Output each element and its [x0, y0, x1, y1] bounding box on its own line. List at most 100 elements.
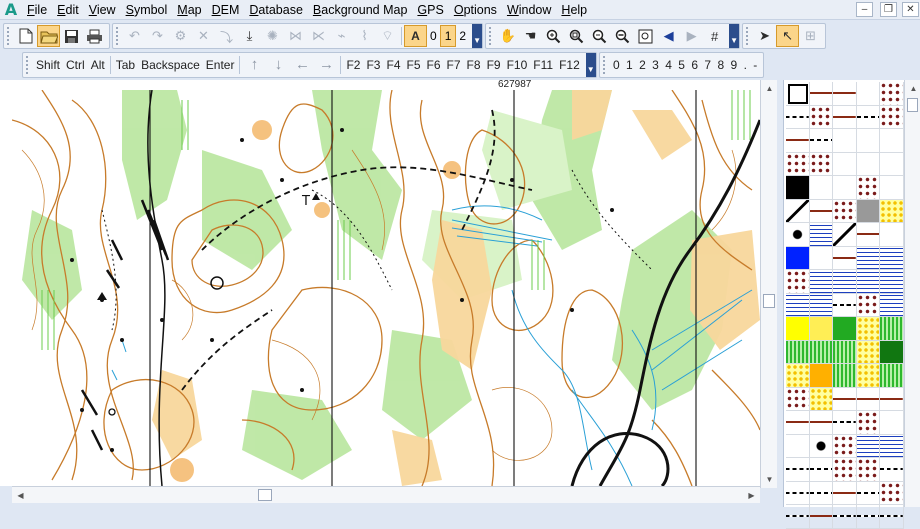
symbol-triangle-black-icon[interactable]: [833, 223, 857, 247]
menu-symbol[interactable]: Symbol: [121, 0, 173, 20]
undo-icon[interactable]: ↶: [123, 25, 146, 47]
mode-2-button[interactable]: 2: [456, 25, 469, 47]
palette-scroll-thumb[interactable]: [907, 98, 918, 112]
arrow-icon[interactable]: ➤: [753, 25, 776, 47]
symbol-yellow-green-icon[interactable]: [856, 340, 880, 364]
function-key-f5[interactable]: F5: [404, 54, 424, 76]
edit-point-icon[interactable]: ⊞: [799, 25, 822, 47]
tool-g-icon[interactable]: ⋉: [307, 25, 330, 47]
symbol-stripes-blue-icon[interactable]: [809, 270, 833, 294]
symbol-dash-row3-icon[interactable]: [880, 458, 904, 482]
symbol-green-stripes-icon[interactable]: [786, 340, 810, 364]
palette-scrollbar[interactable]: ▲: [904, 80, 920, 507]
symbol-green-dots2-icon[interactable]: [833, 364, 857, 388]
numeric-key[interactable]: 6: [688, 54, 701, 76]
symbol-dash-row4-icon[interactable]: [786, 481, 810, 505]
tool-h-icon[interactable]: ⌁: [330, 25, 353, 47]
symbol-line-orange-icon[interactable]: [833, 387, 857, 411]
symbol-dot-small-icon[interactable]: [880, 82, 904, 106]
zoom-out-alt-icon[interactable]: [611, 25, 634, 47]
menu-file[interactable]: File: [22, 0, 52, 20]
numeric-key[interactable]: 5: [675, 54, 688, 76]
arrow-up-key[interactable]: ↑: [242, 54, 266, 76]
symbol-gray-icon[interactable]: [856, 199, 880, 223]
symbol-line-black-icon[interactable]: [809, 199, 833, 223]
symbol-dots-row2-icon[interactable]: [833, 458, 857, 482]
scroll-left-icon[interactable]: ◀: [12, 487, 29, 504]
close-button[interactable]: ✕: [902, 2, 919, 17]
symbol-dash-fine-icon[interactable]: [856, 105, 880, 129]
symbol-line-thick-icon[interactable]: [856, 223, 880, 247]
symbol-blue-stripes3-icon[interactable]: [880, 293, 904, 317]
open-folder-icon[interactable]: [37, 25, 60, 47]
symbol-blue-dash-icon[interactable]: [809, 223, 833, 247]
symbol-stripes-dark-icon[interactable]: [856, 434, 880, 458]
menu-view[interactable]: View: [84, 0, 121, 20]
scroll-down-icon[interactable]: ▼: [761, 471, 778, 488]
new-file-icon[interactable]: [14, 25, 37, 47]
arrow-down-key[interactable]: ↓: [266, 54, 290, 76]
tool-f-icon[interactable]: ⋈: [284, 25, 307, 47]
restore-button[interactable]: ❐: [880, 2, 897, 17]
symbol-green-v-icon[interactable]: [833, 340, 857, 364]
shift-key[interactable]: Shift: [33, 54, 63, 76]
symbol-dash-thin4-icon[interactable]: [880, 505, 904, 529]
toolbar-grip[interactable]: [489, 27, 493, 45]
enter-key[interactable]: Enter: [203, 54, 238, 76]
numeric-key[interactable]: 2: [636, 54, 649, 76]
save-icon[interactable]: [60, 25, 83, 47]
map-vertical-scrollbar[interactable]: ▲ ▼: [760, 80, 777, 488]
function-key-f10[interactable]: F10: [504, 54, 531, 76]
symbol-label-800-icon[interactable]: [856, 82, 880, 106]
function-key-f12[interactable]: F12: [556, 54, 583, 76]
toolbar-grip[interactable]: [116, 27, 120, 45]
hand-icon[interactable]: ✋: [496, 25, 519, 47]
symbol-square-black-icon[interactable]: [786, 176, 810, 200]
symbol-line-gray2-icon[interactable]: [880, 387, 904, 411]
symbol-dots-row-icon[interactable]: [880, 105, 904, 129]
ctrl-key[interactable]: Ctrl: [63, 54, 88, 76]
symbol-dot-green2-icon[interactable]: [833, 434, 857, 458]
toolbar-grip[interactable]: [7, 27, 11, 45]
horizontal-scroll-thumb[interactable]: [258, 489, 272, 501]
symbol-dash-row2-icon[interactable]: [809, 458, 833, 482]
symbol-green-stripe-light-icon[interactable]: [809, 340, 833, 364]
scroll-up-icon[interactable]: ▲: [761, 80, 778, 97]
numeric-key[interactable]: 1: [623, 54, 636, 76]
forward-icon[interactable]: ▶: [680, 25, 703, 47]
symbol-stripes-red-icon[interactable]: [880, 434, 904, 458]
numeric-key[interactable]: 7: [701, 54, 714, 76]
symbol-dash-thick2-icon[interactable]: [786, 505, 810, 529]
symbol-line-brown-icon[interactable]: [809, 82, 833, 106]
menu-window[interactable]: Window: [502, 0, 556, 20]
symbol-comb-icon[interactable]: [856, 152, 880, 176]
menu-map[interactable]: Map: [172, 0, 206, 20]
symbol-orange-dots-icon[interactable]: [880, 411, 904, 435]
symbol-circle-black-icon[interactable]: [786, 223, 810, 247]
symbol-v-blue-icon[interactable]: [856, 246, 880, 270]
symbol-slash-icon[interactable]: [880, 176, 904, 200]
symbol-line-gray-icon[interactable]: [856, 387, 880, 411]
toolbar-overflow-icon[interactable]: ▼: [472, 24, 483, 48]
numeric-key[interactable]: 3: [649, 54, 662, 76]
backspace-key[interactable]: Backspace: [138, 54, 203, 76]
zoom-in-icon[interactable]: [542, 25, 565, 47]
arrow-right-key[interactable]: →: [314, 54, 338, 76]
symbol-yellow-stipple-icon[interactable]: [809, 387, 833, 411]
symbol-arrow-black-icon[interactable]: [809, 246, 833, 270]
numeric-key[interactable]: -: [750, 54, 760, 76]
symbol-triangle-small-icon[interactable]: [786, 199, 810, 223]
scroll-up-icon[interactable]: ▲: [905, 80, 920, 97]
numeric-key[interactable]: 4: [662, 54, 675, 76]
draw-mode-icon[interactable]: A: [404, 25, 427, 47]
symbol-dot-line-icon[interactable]: [809, 105, 833, 129]
symbol-line-black3-icon[interactable]: [809, 411, 833, 435]
symbol-dash-thin3-icon[interactable]: [856, 505, 880, 529]
tool-j-icon[interactable]: ⌔: [376, 25, 399, 47]
zoom-window-icon[interactable]: [634, 25, 657, 47]
symbol-yellow-light-icon[interactable]: [809, 317, 833, 341]
function-key-f8[interactable]: F8: [464, 54, 484, 76]
map-canvas[interactable]: T: [12, 90, 760, 486]
function-key-f3[interactable]: F3: [363, 54, 383, 76]
menu-gps[interactable]: GPS: [412, 0, 448, 20]
